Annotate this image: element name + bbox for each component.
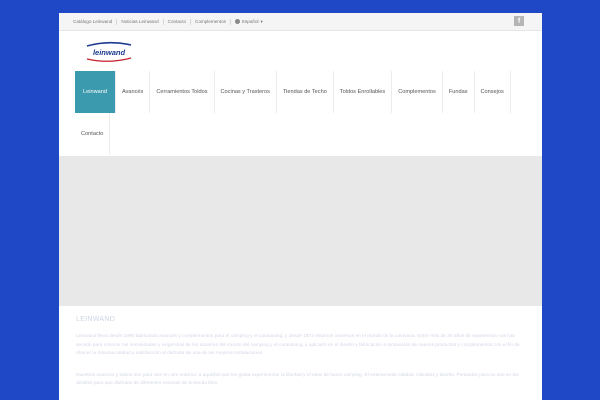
top-link-catalogo[interactable]: Catálogo Leinwand [73,18,118,25]
top-links: Catálogo Leinwand Noticias Leinwand Cont… [73,13,267,30]
nav-row: Contacto [75,113,525,155]
page-frame: Catálogo Leinwand Noticias Leinwand Cont… [59,13,542,400]
nav-item-complementos[interactable]: Complementos [392,71,443,113]
language-selector[interactable]: Español ▾ [231,19,267,25]
top-link-complementos[interactable]: Complementos [191,18,231,25]
section-title: LEINWAND [76,316,116,323]
intro-paragraph: Nuestros avances y toldos son para vivir… [76,372,519,387]
top-link-noticias[interactable]: Noticias Leinwand [117,18,164,25]
intro-section: LEINWAND Leinwand lleva desde 1995 fabri… [76,316,526,389]
nav-item-consejos[interactable]: Consejos [475,71,511,113]
facebook-icon[interactable]: f [514,16,524,26]
top-link-contacto[interactable]: Contacto [164,18,192,25]
nav-row: Leinwand Avancés Cerramientos Toldos Coc… [75,71,525,113]
leinwand-logo[interactable]: leinwand [83,40,135,64]
nav-item-leinwand[interactable]: Leinwand [75,71,116,113]
nav-item-cerramientos-toldos[interactable]: Cerramientos Toldos [150,71,215,113]
chevron-down-icon: ▾ [260,18,263,24]
intro-paragraph: Leinwand lleva desde 1995 fabricando ava… [76,334,520,356]
nav-item-avances[interactable]: Avancés [116,71,151,113]
nav-item-cocinas-trasteros[interactable]: Cocinas y Trasteros [215,71,277,113]
logo-text: leinwand [93,48,126,57]
nav-item-contacto[interactable]: Contacto [75,113,111,155]
hero-slider [59,156,542,306]
main-nav: Leinwand Avancés Cerramientos Toldos Coc… [75,71,525,155]
language-label: Español [241,18,259,24]
nav-item-tiendas-techo[interactable]: Tiendas de Techo [277,71,334,113]
top-bar: Catálogo Leinwand Noticias Leinwand Cont… [59,13,542,31]
nav-item-fundas[interactable]: Fundas [443,71,475,113]
nav-item-toldos-enrollables[interactable]: Toldos Enrollables [334,71,393,113]
globe-icon [234,19,240,24]
